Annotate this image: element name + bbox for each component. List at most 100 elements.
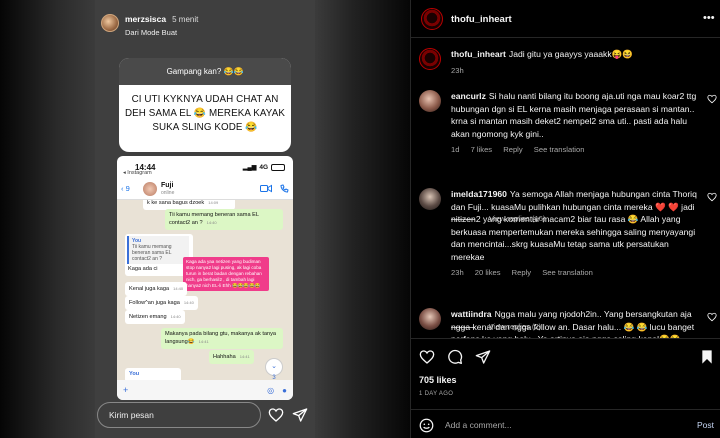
- comments-list[interactable]: thofu_inheart Jadi gitu ya gaayys yaaakk😝…: [411, 38, 720, 338]
- story-username: merzsisca: [125, 14, 167, 24]
- chat-message-text: Netizen emang: [129, 314, 167, 320]
- more-horizontal-icon[interactable]: •••: [703, 12, 715, 24]
- story-reply-input[interactable]: Kirim pesan: [97, 402, 261, 428]
- plus-icon: +: [123, 385, 129, 395]
- chat-message-time: 14:09: [208, 200, 219, 205]
- chat-message-text: Follow^an juga kaga: [129, 300, 180, 306]
- blur-edge-right: [315, 0, 410, 438]
- scroll-down-button: ⌄: [265, 358, 283, 376]
- author-avatar[interactable]: [421, 8, 443, 30]
- story-username-row: merzsisca 5 menit: [125, 14, 198, 24]
- comment-likes[interactable]: 20 likes: [475, 268, 501, 277]
- quoted-message: You Tii kamu memang beneran sama EL cont…: [127, 236, 189, 264]
- comment-reply-button[interactable]: Reply: [503, 145, 522, 154]
- commenter-avatar[interactable]: [419, 308, 441, 330]
- camera-icon: ◎: [267, 385, 275, 395]
- chat-message-time: 14:40: [173, 286, 184, 291]
- story-time: 5 menit: [172, 15, 199, 24]
- chat-back: ‹ 9: [121, 184, 130, 193]
- author-username[interactable]: thofu_inheart: [451, 14, 512, 25]
- comment-body: imelda171960 Ya semoga Allah menjaga hubu…: [451, 188, 703, 280]
- heart-icon[interactable]: [707, 192, 717, 202]
- caption-username[interactable]: thofu_inheart: [451, 49, 506, 59]
- comment-text: Ya semoga Allah menjaga hubungan cinta T…: [451, 189, 697, 262]
- chat-header: ‹ 9 Fuji online: [117, 178, 293, 200]
- phone-source-app: ◂ Instagram: [123, 170, 152, 176]
- highlight-overlay-text: Kaga ada yaa netizen yang budiman stop n…: [183, 257, 269, 291]
- send-icon[interactable]: [292, 407, 308, 423]
- mic-icon: ●: [282, 385, 287, 395]
- add-comment-input[interactable]: Add a comment...: [445, 420, 512, 430]
- contact-status: online: [161, 189, 175, 196]
- video-call-icon: [260, 184, 272, 193]
- question-answer: CI UTI KYKNYA UDAH CHAT AN DEH SAMA EL 😂…: [125, 94, 285, 133]
- chat-message: Follow^an juga kaga 14:40: [125, 296, 198, 310]
- post-actions: 705 likes 1 DAY AGO Add a comment... Pos…: [411, 338, 720, 438]
- comment-likes[interactable]: 7 likes: [471, 145, 493, 154]
- heart-icon[interactable]: [268, 407, 284, 423]
- question-sticker: Gampang kan? 😂😂 CI UTI KYKNYA UDAH CHAT …: [119, 58, 291, 152]
- contact-name: Fuji: [161, 181, 174, 189]
- comment-username[interactable]: eancurlz: [451, 91, 486, 101]
- chevron-down-icon: ⌄: [271, 363, 277, 370]
- story-header: merzsisca 5 menit Dari Mode Buat: [101, 14, 198, 37]
- chat-message-time: 14:41: [239, 354, 250, 359]
- chat-message-text: Kaga ada ci: [128, 266, 158, 272]
- caption-text: Jadi gitu ya gaayys yaaakk😝😆: [508, 49, 634, 59]
- comment-meta: 1d 7 likes Reply See translation: [451, 144, 703, 157]
- chat-message-text: Kenal juga kaga: [129, 286, 170, 292]
- post-side-panel: thofu_inheart ••• thofu_inheart Jadi gitu…: [410, 0, 720, 438]
- phone-call-icon: [280, 184, 289, 193]
- smile-icon[interactable]: [419, 418, 434, 433]
- comment-username[interactable]: imelda171960: [451, 189, 507, 199]
- chat-message-text: Hahhaha: [213, 354, 236, 360]
- likes-count[interactable]: 705 likes: [419, 375, 457, 385]
- quoted-author: You: [129, 371, 140, 377]
- chat-message: Hahhaha 14:41: [209, 350, 254, 364]
- post-header: thofu_inheart •••: [411, 0, 720, 38]
- commenter-avatar[interactable]: [419, 90, 441, 112]
- comment-text: Si halu nanti bilang itu boong aja.uti n…: [451, 91, 697, 139]
- chat-message-time: 14:40: [170, 314, 181, 319]
- chat-area: k ke sana bagus dzoek 14:09 Tii kamu mema…: [117, 200, 293, 380]
- caption-body: thofu_inheart Jadi gitu ya gaayys yaaakk😝…: [451, 48, 703, 77]
- send-icon[interactable]: [475, 349, 491, 365]
- comment-username[interactable]: wattiindra: [451, 309, 492, 319]
- quoted-text: Tii kamu memang beneran sama EL contact2…: [132, 244, 172, 262]
- contact-avatar: [143, 181, 157, 196]
- chat-message: You: [125, 368, 181, 380]
- instagram-post-view: merzsisca 5 menit Dari Mode Buat Gampang …: [0, 0, 720, 438]
- caption-avatar[interactable]: [419, 48, 441, 70]
- chat-message-time: 14:41: [198, 339, 209, 344]
- comment-icon[interactable]: [447, 349, 463, 365]
- chat-message: Netizen emang 14:40: [125, 310, 185, 324]
- post-comment-button[interactable]: Post: [697, 420, 714, 430]
- network-label: 4G: [259, 163, 268, 171]
- post-age: 1 DAY AGO: [419, 391, 454, 397]
- heart-icon[interactable]: [419, 349, 435, 365]
- chat-message-text: Makanya pada bilang gtu, makanya ak tany…: [165, 331, 277, 345]
- comment-meta: 23h 20 likes Reply See translation: [451, 267, 703, 280]
- blur-edge-left: [0, 0, 95, 438]
- bookmark-icon[interactable]: [699, 349, 715, 365]
- chat-message-time: 14:40: [183, 300, 194, 305]
- signal-icon: ▂▄▆: [242, 164, 257, 171]
- see-translation-link[interactable]: See translation: [542, 268, 593, 277]
- post-media[interactable]: merzsisca 5 menit Dari Mode Buat Gampang …: [0, 0, 410, 438]
- commenter-avatar[interactable]: [419, 188, 441, 210]
- caption-meta: 23h: [451, 65, 703, 78]
- chat-message-time: 14:40: [206, 220, 217, 225]
- chat-message: Kenal juga kaga 14:40: [125, 282, 188, 296]
- caption-time: 23h: [451, 65, 464, 75]
- question-prompt: Gampang kan? 😂😂: [119, 58, 291, 85]
- chat-message: Tii kamu memang beneran sama EL contact2…: [165, 209, 283, 230]
- chat-screenshot: 14:44 ▂▄▆ 4G ◂ Instagram ‹ 9 Fuji online: [117, 156, 293, 400]
- comment-reply-button[interactable]: Reply: [512, 268, 531, 277]
- see-translation-link[interactable]: See translation: [534, 145, 585, 154]
- chat-input-bar: + ◎ ●: [117, 380, 293, 400]
- story-avatar: [101, 14, 119, 32]
- heart-icon[interactable]: [707, 94, 717, 104]
- comment-time: 1d: [451, 145, 460, 154]
- comment-time: 23h: [451, 268, 464, 277]
- heart-icon[interactable]: [707, 312, 717, 322]
